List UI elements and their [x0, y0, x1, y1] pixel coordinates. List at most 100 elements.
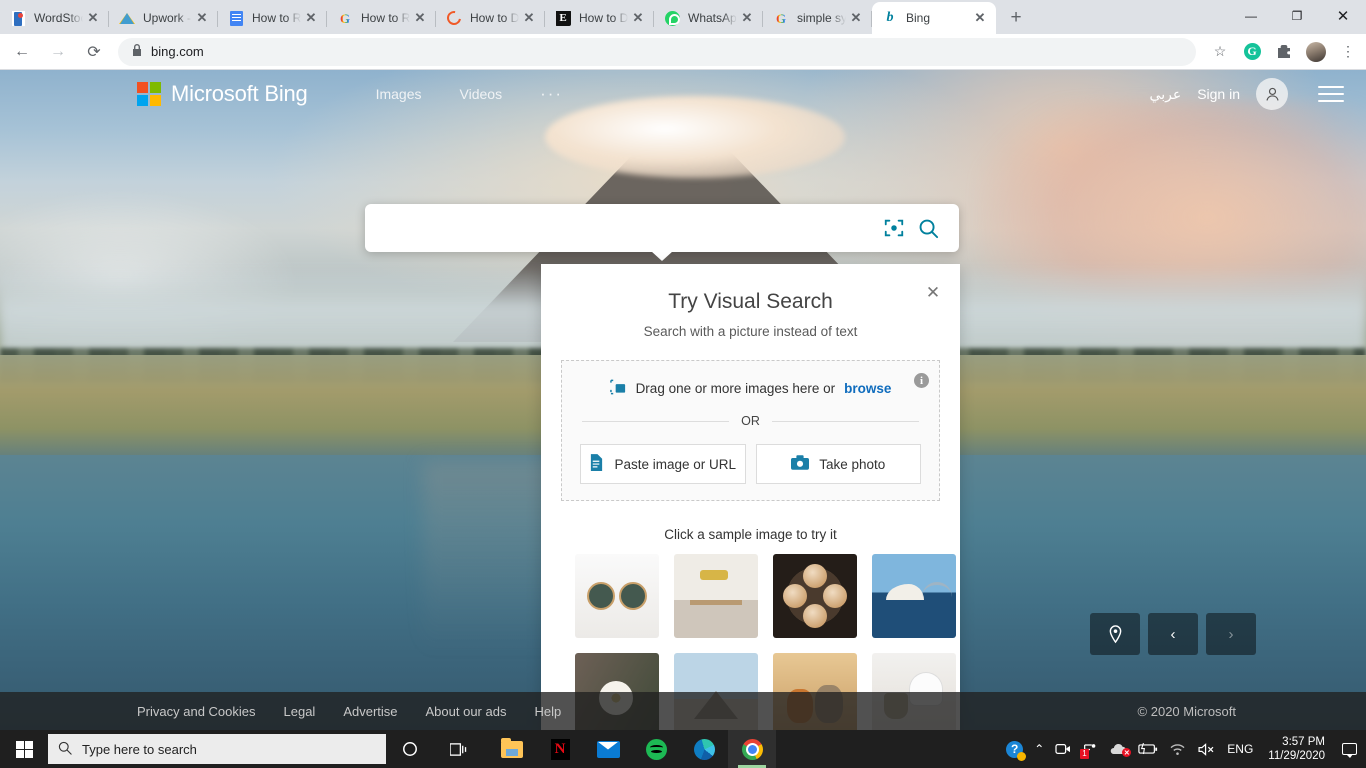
taskbar-app-chrome[interactable] — [728, 730, 776, 768]
close-tab-button[interactable]: ✕ — [848, 10, 864, 26]
take-photo-button[interactable]: Take photo — [755, 444, 921, 484]
browser-tab-4[interactable]: G How to Rev✕ — [327, 2, 436, 34]
close-tab-button[interactable]: ✕ — [972, 10, 988, 26]
footer-link-0[interactable]: Privacy and Cookies — [137, 704, 256, 719]
profile-avatar[interactable] — [1302, 38, 1330, 66]
search-icon — [58, 741, 72, 758]
tab-title: WordStock — [34, 11, 83, 25]
new-tab-button[interactable]: + — [1002, 4, 1030, 32]
browser-tab-2[interactable]: Upwork - G✕ — [109, 2, 218, 34]
chrome-menu-icon[interactable]: ⋮ — [1334, 38, 1362, 66]
start-button[interactable] — [0, 730, 48, 768]
sample-image-sunglasses[interactable] — [575, 554, 659, 638]
forward-icon[interactable]: → — [44, 38, 72, 66]
taskbar-search[interactable]: Type here to search — [48, 734, 386, 764]
close-tab-button[interactable]: ✕ — [412, 10, 428, 26]
tab-title: How to Rev — [252, 11, 301, 25]
close-tab-button[interactable]: ✕ — [194, 10, 210, 26]
info-icon[interactable]: i — [914, 373, 929, 388]
footer-link-4[interactable]: Help — [534, 704, 561, 719]
footer-link-1[interactable]: Legal — [284, 704, 316, 719]
paste-image-label: Paste image or URL — [614, 456, 737, 472]
hamburger-menu-icon[interactable] — [1318, 86, 1344, 102]
taskbar-app-mail[interactable] — [584, 730, 632, 768]
cortana-icon[interactable] — [386, 730, 434, 768]
location-pin-icon[interactable] — [1090, 613, 1140, 655]
battery-icon[interactable] — [1138, 743, 1158, 755]
taskbar-app-edge[interactable] — [680, 730, 728, 768]
browser-tab-6[interactable]: E How to Do✕ — [545, 2, 654, 34]
close-tab-button[interactable]: ✕ — [521, 10, 537, 26]
language-toggle[interactable]: عربي — [1150, 86, 1182, 103]
close-tab-button[interactable]: ✕ — [739, 10, 755, 26]
paste-image-button[interactable]: Paste image or URL — [580, 444, 746, 484]
browser-tab-9[interactable]: b Bing ✕ — [872, 2, 996, 34]
browser-tab-8[interactable]: Gsimple sync✕ — [763, 2, 872, 34]
drag-text: Drag one or more images here or — [635, 381, 836, 396]
reload-icon[interactable]: ⟳ — [80, 38, 108, 66]
bookmark-star-icon[interactable]: ☆ — [1206, 38, 1234, 66]
window-controls: — ❐ ✕ — [1228, 0, 1366, 32]
taskbar-app-file-explorer[interactable] — [488, 730, 536, 768]
taskbar-app-netflix[interactable]: N — [536, 730, 584, 768]
help-warning-icon[interactable]: ? — [1006, 740, 1027, 761]
nav-more-icon[interactable]: ··· — [540, 84, 563, 104]
wifi-icon[interactable] — [1169, 743, 1186, 756]
close-window-button[interactable]: ✕ — [1320, 0, 1366, 32]
visual-search-icon[interactable] — [877, 211, 911, 245]
bing-footer: Privacy and Cookies Legal Advertise About o… — [0, 692, 1366, 730]
spotify-icon — [645, 738, 667, 760]
browser-tab-5[interactable]: How to Do✕ — [436, 2, 545, 34]
next-image-button[interactable]: › — [1206, 613, 1256, 655]
language-indicator[interactable]: ENG — [1227, 742, 1253, 756]
sign-in-link[interactable]: Sign in — [1197, 86, 1240, 102]
search-box[interactable] — [365, 204, 959, 252]
panel-title: Try Visual Search — [668, 290, 833, 313]
search-submit-icon[interactable] — [911, 211, 945, 245]
footer-link-2[interactable]: Advertise — [343, 704, 397, 719]
back-icon[interactable]: ← — [8, 38, 36, 66]
clock[interactable]: 3:57 PM 11/29/2020 — [1268, 735, 1325, 764]
footer-link-3[interactable]: About our ads — [426, 704, 507, 719]
sample-image-dining-room[interactable] — [674, 554, 758, 638]
onedrive-error-icon[interactable]: ✕ — [1109, 743, 1132, 757]
show-hidden-icons-chevron[interactable]: ⌃ — [1034, 742, 1044, 756]
bing-homepage: Microsoft Bing Images Videos ··· عربي Si… — [0, 70, 1366, 730]
account-avatar[interactable] — [1256, 78, 1288, 110]
system-tray: ? ⌃ 1 ✕ ENG 3:57 PM 11/29/2020 — [1006, 735, 1366, 764]
drop-zone[interactable]: i Drag one or more images here or browse… — [561, 360, 940, 501]
screen: WordStock✕Upwork - G✕How to Rev✕GHow to … — [0, 0, 1366, 768]
notification-badge-icon[interactable]: 1 — [1080, 742, 1098, 759]
previous-image-button[interactable]: ‹ — [1148, 613, 1198, 655]
taskbar-app-spotify[interactable] — [632, 730, 680, 768]
browser-tab-3[interactable]: How to Rev✕ — [218, 2, 327, 34]
sample-image-latte-coffee[interactable] — [773, 554, 857, 638]
browser-tab-1[interactable]: WordStock✕ — [0, 2, 109, 34]
sample-image-sydney-opera-house[interactable] — [872, 554, 956, 638]
action-center-icon[interactable] — [1336, 743, 1362, 758]
close-panel-button[interactable]: ✕ — [922, 282, 944, 304]
ring-icon — [446, 10, 462, 26]
close-tab-button[interactable]: ✕ — [85, 10, 101, 26]
nav-images[interactable]: Images — [376, 86, 422, 102]
camera-tray-icon[interactable] — [1055, 742, 1071, 756]
minimize-button[interactable]: — — [1228, 0, 1274, 32]
search-area — [365, 204, 959, 261]
search-input[interactable] — [383, 219, 877, 237]
google-drive-icon — [119, 10, 135, 26]
close-tab-button[interactable]: ✕ — [303, 10, 319, 26]
close-tab-button[interactable]: ✕ — [630, 10, 646, 26]
browse-link[interactable]: browse — [844, 381, 891, 396]
image-controls: ‹ › — [1090, 613, 1256, 655]
bing-header: Microsoft Bing Images Videos ··· عربي Si… — [0, 70, 1366, 118]
grammarly-icon[interactable]: G — [1238, 38, 1266, 66]
address-bar[interactable]: bing.com — [118, 37, 1196, 66]
footer-links: Privacy and Cookies Legal Advertise About o… — [137, 704, 561, 719]
extensions-icon[interactable] — [1270, 38, 1298, 66]
task-view-icon[interactable] — [434, 730, 482, 768]
browser-tab-7[interactable]: WhatsApp✕ — [654, 2, 763, 34]
bing-logo[interactable]: Microsoft Bing — [137, 81, 308, 107]
nav-videos[interactable]: Videos — [460, 86, 503, 102]
maximize-restore-button[interactable]: ❐ — [1274, 0, 1320, 32]
volume-muted-icon[interactable] — [1197, 742, 1216, 756]
